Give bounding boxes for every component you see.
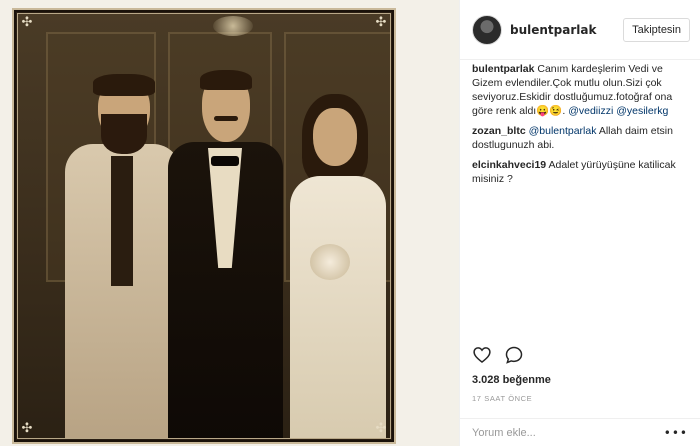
comment-mention[interactable]: @bulentparlak [529,125,597,137]
instagram-post: ✣ ✣ ✣ ✣ bulentparlak Takiptesin bulentpa… [0,0,700,446]
comment-input[interactable] [472,426,662,439]
list-item: elcinkahveci19 Adalet yürüyüşüne katilic… [472,158,688,186]
frame-ornament-icon: ✣ [21,421,33,436]
comment-icon[interactable] [504,345,524,365]
post-time[interactable]: 17 SAAT ÖNCE [472,394,532,403]
like-count[interactable]: 3.028 beğenme [472,374,551,386]
post-sidebar: bulentparlak Takiptesin bulentparlak Can… [459,0,700,446]
caption-username[interactable]: bulentparlak [472,63,534,75]
comment-list: bulentparlak Canım kardeşlerim Vedi ve G… [472,62,688,192]
post-photo[interactable]: ✣ ✣ ✣ ✣ [0,0,459,446]
person-right [280,94,390,438]
post-header: bulentparlak Takiptesin [460,0,700,60]
action-bar [472,345,524,365]
caption-mention[interactable]: @vediizzi [568,105,613,117]
frame-ornament-icon: ✣ [375,421,387,436]
person-left [63,74,183,438]
avatar[interactable] [472,14,502,45]
frame-ornament-icon: ✣ [375,15,387,30]
comment-username[interactable]: elcinkahveci19 [472,159,546,171]
caption-mention[interactable]: @yesilerkg [616,105,668,117]
comment-username[interactable]: zozan_bltc [472,125,526,137]
photo-scene: ✣ ✣ ✣ ✣ [17,13,391,439]
caption: bulentparlak Canım kardeşlerim Vedi ve G… [472,62,688,118]
frame-ornament-icon: ✣ [21,15,33,30]
photo-frame: ✣ ✣ ✣ ✣ [12,8,396,444]
heart-icon[interactable] [472,345,492,365]
more-dots-icon[interactable]: ••• [664,426,688,440]
list-item: zozan_bltc @bulentparlak Allah daim etsi… [472,124,688,152]
add-comment-bar: ••• [460,418,700,446]
follow-button[interactable]: Takiptesin [623,17,690,42]
person-center [168,70,283,438]
ceiling-light [213,16,253,36]
author-username[interactable]: bulentparlak [510,23,623,37]
